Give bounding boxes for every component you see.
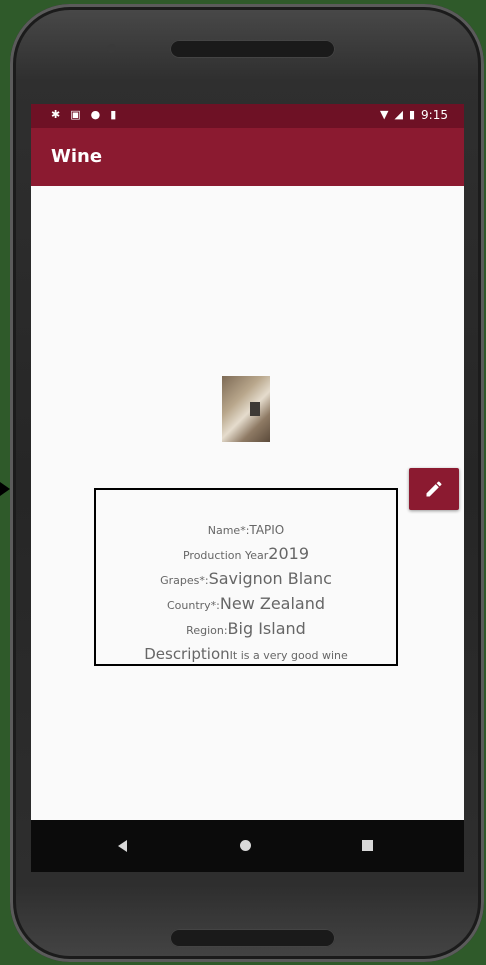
system-nav-bar (31, 820, 464, 872)
wine-details-card: Name*:TAPIO Production Year2019 Grapes*:… (94, 488, 398, 666)
top-speaker (170, 40, 335, 58)
sd-card-icon: ▮ (110, 108, 117, 121)
front-camera (107, 44, 116, 53)
country-label: Country*: (166, 599, 220, 612)
pointer-arrow (0, 482, 10, 496)
name-label: Name*: (207, 524, 250, 537)
home-icon[interactable] (240, 840, 251, 851)
wine-photo[interactable] (222, 376, 270, 442)
gear-icon: ✱ (51, 108, 61, 121)
app-screen: ✱ ▣ ● ▮ ▼ ◢ ▮ 9:15 Wine Name*:TAPIO Prod… (31, 104, 464, 872)
detail-row-country: Country*:New Zealand (96, 591, 396, 616)
year-value: 2019 (268, 544, 310, 563)
pencil-icon (426, 481, 442, 497)
region-value: Big Island (227, 619, 306, 638)
page-title: Wine (51, 146, 103, 167)
detail-row-name: Name*:TAPIO (96, 516, 396, 541)
description-value: It is a very good wine (229, 649, 348, 662)
description-label: Description (144, 645, 230, 663)
bottom-speaker (170, 929, 335, 947)
grapes-value: Savignon Blanc (208, 569, 332, 588)
country-value: New Zealand (219, 594, 326, 613)
status-bar: ✱ ▣ ● ▮ ▼ ◢ ▮ 9:15 (31, 104, 464, 128)
status-system-icons: ▼ ◢ ▮ 9:15 (380, 108, 448, 122)
edit-button[interactable] (409, 468, 459, 510)
year-label: Production Year (182, 549, 269, 562)
status-time: 9:15 (421, 108, 448, 122)
name-value: TAPIO (249, 523, 285, 537)
detail-row-grapes: Grapes*:Savignon Blanc (96, 566, 396, 591)
region-label: Region: (186, 624, 228, 637)
app-bar: Wine (31, 128, 464, 186)
battery-icon: ▮ (408, 108, 416, 121)
detail-row-year: Production Year2019 (96, 541, 396, 566)
recent-apps-icon[interactable] (362, 840, 373, 851)
record-icon: ● (90, 108, 101, 121)
detail-row-region: Region:Big Island (96, 616, 396, 641)
detail-row-description: DescriptionIt is a very good wine (96, 641, 396, 666)
wifi-icon: ▼ (380, 108, 389, 121)
photo-icon: ▣ (70, 108, 81, 121)
status-notification-icons: ✱ ▣ ● ▮ (51, 108, 116, 122)
grapes-label: Grapes*: (160, 574, 209, 587)
signal-icon: ◢ (394, 108, 403, 121)
back-icon[interactable] (118, 840, 127, 852)
